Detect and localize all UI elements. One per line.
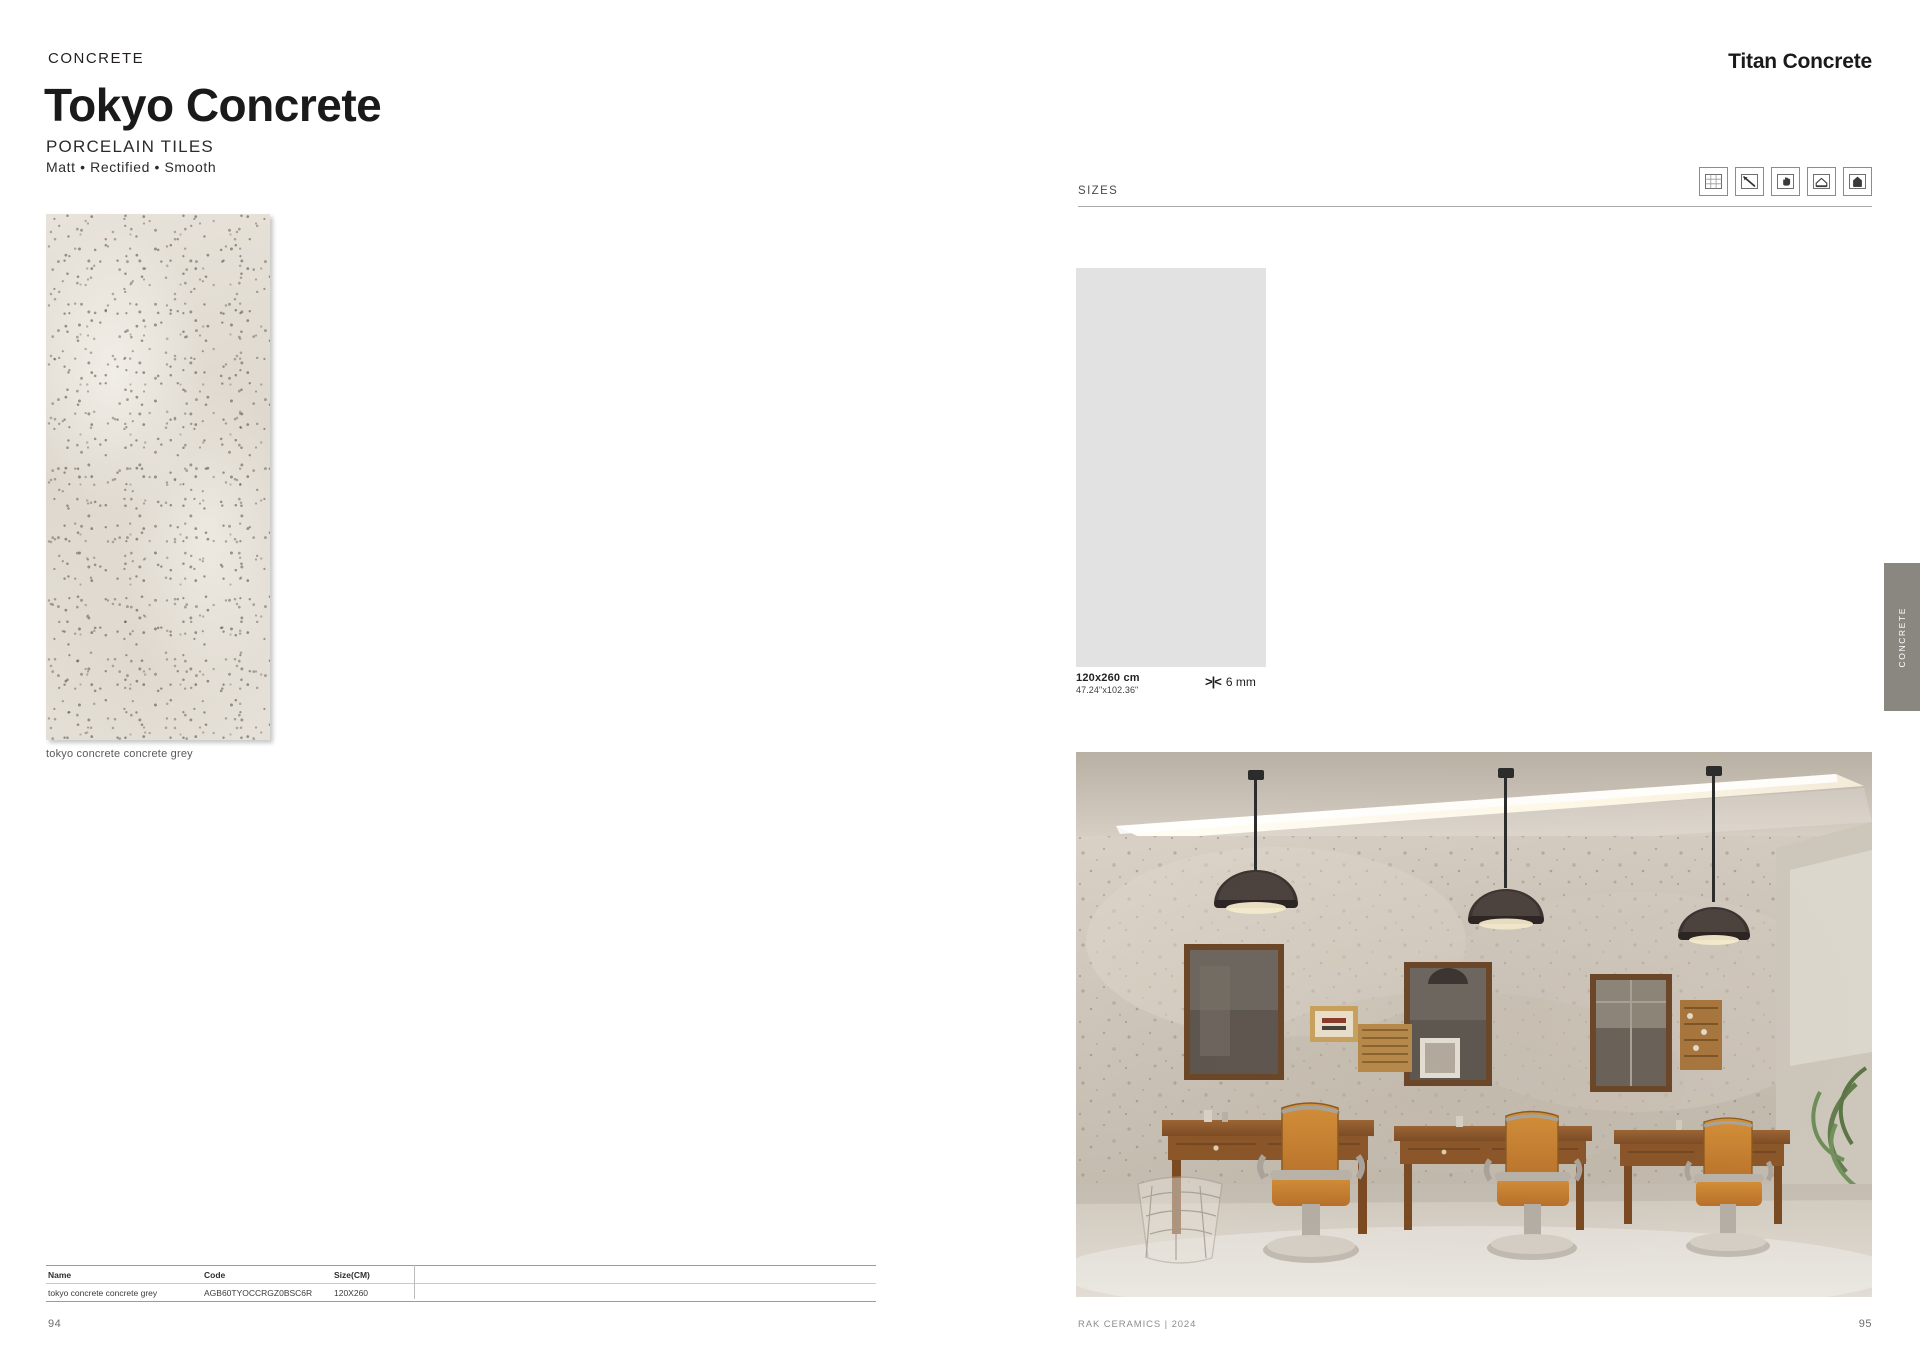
- table-header-size: Size(CM): [334, 1269, 370, 1280]
- wall-application-icon[interactable]: [1843, 167, 1872, 196]
- grid-pattern-icon[interactable]: [1699, 167, 1728, 196]
- tile-swatch: [46, 214, 270, 740]
- page-title: Tokyo Concrete: [44, 79, 382, 131]
- catalog-spread: CONCRETE Tokyo Concrete PORCELAIN TILES …: [0, 0, 1920, 1358]
- table-bottom-rule: [46, 1301, 876, 1302]
- thickness-marker-icon: >|<: [1205, 674, 1222, 689]
- product-code-table: Name Code Size(CM) tokyo concrete concre…: [46, 1265, 876, 1302]
- finish-attributes-label: Matt • Rectified • Smooth: [46, 159, 217, 175]
- attribute-icons-row: [1699, 167, 1872, 196]
- table-vertical-divider: [414, 1265, 415, 1299]
- sizes-section-rule: [1078, 206, 1872, 207]
- section-side-tab[interactable]: CONCRETE: [1884, 563, 1920, 711]
- size-metric-label: 120x260 cm: [1076, 672, 1140, 684]
- size-imperial-label: 47.24"x102.36": [1076, 684, 1139, 695]
- thickness-label: 6 mm: [1225, 674, 1256, 689]
- table-cell-name: tokyo concrete concrete grey: [48, 1287, 158, 1298]
- left-page: CONCRETE Tokyo Concrete PORCELAIN TILES …: [0, 0, 960, 1358]
- series-title: Titan Concrete: [1728, 50, 1872, 73]
- anti-slip-hand-icon[interactable]: [1771, 167, 1800, 196]
- footer-brand-label: RAK CERAMICS | 2024: [1078, 1319, 1197, 1330]
- page-number-left: 94: [48, 1318, 62, 1330]
- product-type-label: PORCELAIN TILES: [46, 137, 214, 156]
- sizes-section-label: SIZES: [1078, 185, 1119, 197]
- tile-swatch-texture: [46, 214, 270, 740]
- thickness-indicator: >|< 6 mm: [1205, 674, 1256, 689]
- table-header-code: Code: [204, 1269, 226, 1280]
- section-side-tab-label: CONCRETE: [1897, 606, 1907, 668]
- tile-swatch-caption: tokyo concrete concrete grey: [46, 748, 193, 760]
- page-number-right: 95: [1858, 1318, 1872, 1330]
- size-proportion-swatch: [1076, 268, 1266, 667]
- collection-eyebrow: CONCRETE: [48, 50, 145, 67]
- size-dimension-labels: 120x260 cm 47.24"x102.36": [1076, 672, 1140, 695]
- table-header-name: Name: [48, 1269, 72, 1280]
- rectified-edge-icon[interactable]: [1735, 167, 1764, 196]
- table-row: tokyo concrete concrete grey AGB60TYOCCR…: [46, 1284, 876, 1301]
- table-header-row: Name Code Size(CM): [46, 1266, 876, 1283]
- floor-application-icon[interactable]: [1807, 167, 1836, 196]
- barbershop-interior-photo: [1076, 752, 1872, 1297]
- table-cell-code: AGB60TYOCCRGZ0BSC6R: [204, 1287, 313, 1298]
- table-cell-size: 120X260: [334, 1287, 369, 1298]
